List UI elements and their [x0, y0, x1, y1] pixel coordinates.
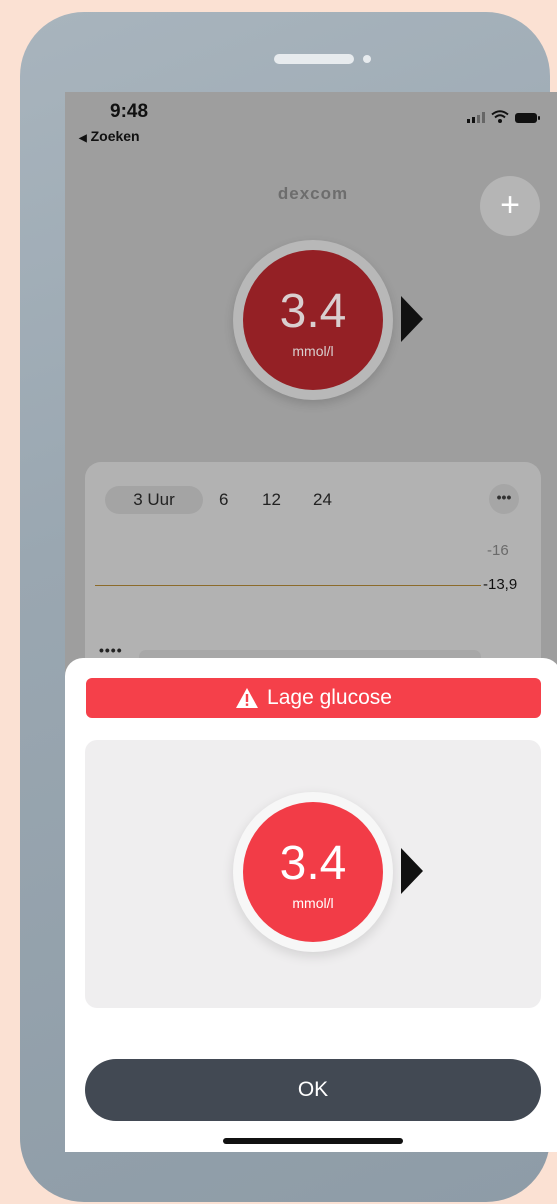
tick-label: 16 [492, 542, 509, 559]
warning-icon [236, 688, 259, 708]
home-indicator[interactable] [223, 1138, 403, 1144]
back-to-search-link[interactable]: ◀ Zoeken [79, 128, 140, 144]
tab-3-hours[interactable]: 3 Uur [105, 486, 203, 514]
wifi-icon [491, 110, 509, 123]
trend-arrow-icon [401, 296, 423, 342]
high-threshold-line [95, 585, 481, 586]
back-label: Zoeken [90, 128, 140, 144]
tab-24-hours[interactable]: 24 [313, 490, 332, 510]
tick-16: -16 [487, 542, 509, 559]
battery-icon [515, 113, 540, 123]
page-dots: •••• [99, 642, 123, 658]
front-camera [363, 55, 371, 63]
app-screen: 9:48 ◀ Zoeken Dexcom + 3.4 mmol/l [65, 92, 557, 1152]
status-icons [467, 110, 540, 123]
glucose-value: 3.4 [279, 285, 347, 338]
tick-label: 13,9 [488, 576, 518, 593]
alert-reading-card: 3.4 mmol/l [85, 740, 541, 1008]
alert-glucose-gauge: 3.4 mmol/l [233, 792, 423, 972]
alert-glucose-unit: mmol/l [292, 895, 334, 911]
tab-12-hours[interactable]: 12 [262, 490, 281, 510]
low-glucose-banner: Lage glucose [86, 678, 541, 718]
tab-6-hours[interactable]: 6 [219, 490, 228, 510]
trend-arrow-icon [401, 848, 423, 894]
more-options-button[interactable]: ••• [489, 484, 519, 514]
signal-icon [467, 112, 485, 123]
back-triangle-icon: ◀ [79, 133, 87, 144]
add-event-button[interactable]: + [480, 176, 540, 236]
phone-frame: 9:48 ◀ Zoeken Dexcom + 3.4 mmol/l [20, 12, 557, 1202]
glucose-unit: mmol/l [292, 343, 334, 359]
alert-sheet: Lage glucose 3.4 mmol/l OK [65, 658, 557, 1152]
alert-title: Lage glucose [267, 686, 392, 709]
ok-button[interactable]: OK [85, 1059, 541, 1121]
speaker-grille [274, 54, 354, 64]
alert-glucose-value: 3.4 [279, 837, 347, 890]
gauge-circle: 3.4 mmol/l [243, 250, 383, 390]
glucose-gauge: 3.4 mmol/l [233, 240, 423, 420]
gauge-circle: 3.4 mmol/l [243, 802, 383, 942]
tick-13-9: -13,9 [483, 576, 517, 593]
status-time: 9:48 [110, 101, 149, 122]
